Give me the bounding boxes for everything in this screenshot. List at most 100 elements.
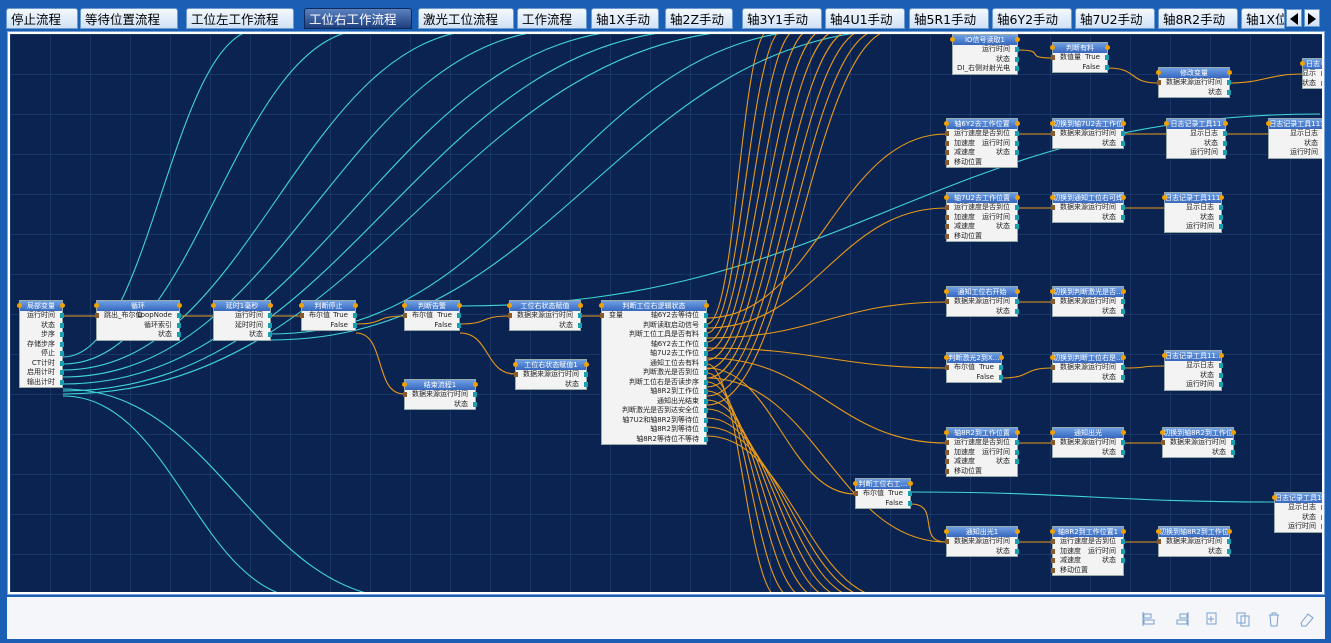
input-pin[interactable] [1157,539,1161,544]
output-pin[interactable] [704,398,708,404]
exec-out-pin[interactable] [1321,495,1322,500]
exec-out-pin[interactable] [1121,195,1126,200]
input-pin[interactable] [1051,440,1055,445]
exec-in-pin[interactable] [944,289,949,294]
output-pin[interactable] [1121,539,1125,544]
exec-out-pin[interactable] [60,303,65,308]
input-pin[interactable] [945,140,949,146]
exec-in-pin[interactable] [513,362,518,367]
output-pin[interactable] [473,392,477,397]
output-pin[interactable] [1219,214,1223,220]
exec-in-pin[interactable] [950,37,955,42]
tab-14[interactable]: 轴8R2手动 [1158,8,1238,29]
tab-12[interactable]: 轴6Y2手动 [992,8,1072,29]
input-pin[interactable] [1051,567,1055,573]
exec-out-pin[interactable] [177,303,182,308]
node-local-vars[interactable]: 局部变量 运行时间 状态 步序 存储步序 停止 CT计时 启用计时 输出计时 [17,300,65,388]
node-station-status[interactable]: 工位右状态赋值 数据来源 运行时间 状态 [507,300,583,331]
exec-in-pin[interactable] [944,430,949,435]
exec-in-pin[interactable] [1272,495,1277,500]
input-pin[interactable] [514,372,518,377]
tab-5[interactable]: 激光工位流程 [418,8,514,29]
clear-button[interactable] [1299,611,1315,627]
input-pin[interactable] [945,131,949,136]
output-pin[interactable] [1219,372,1223,378]
input-pin[interactable] [945,539,949,544]
node-log-right[interactable]: 日志记录工具11…显示日志状态运行时间 [1272,492,1322,533]
output-pin[interactable] [1121,374,1125,380]
output-pin[interactable] [1015,449,1019,455]
node-io-read[interactable]: IO信号读取1 运行时间 状态 DI_右侧对射光电 [950,34,1020,75]
exec-in-pin[interactable] [1162,195,1167,200]
output-pin[interactable] [1223,131,1227,136]
output-pin[interactable] [1121,140,1125,146]
input-pin[interactable] [945,205,949,210]
output-pin[interactable] [60,322,64,328]
exec-out-pin[interactable] [584,362,589,367]
output-pin[interactable] [60,370,64,375]
trash-button[interactable] [1266,611,1282,627]
node-axis6y2-work[interactable]: 轴6Y2去工作位置 运行速度 是否到位 加速度 运行时间 减速度 状态 移动位置 [944,118,1020,168]
output-pin[interactable] [1015,47,1019,52]
node-switch-laser[interactable]: 切换到判断激光是否… 数据来源 运行时间 状态 [1050,286,1126,317]
node-axis8r2-work1[interactable]: 轴8R2到工作位置1 运行速度 是否到位 加速度 运行时间 减速度 状态 移动位置 [1050,526,1126,576]
exec-in-pin[interactable] [944,529,949,534]
output-pin[interactable] [999,374,1003,380]
exec-out-pin[interactable] [1231,430,1236,435]
output-pin[interactable] [60,379,64,385]
input-pin[interactable] [1051,205,1055,210]
output-pin[interactable] [1015,299,1019,304]
input-pin[interactable] [1051,558,1055,563]
output-pin[interactable] [908,500,912,506]
tab-9[interactable]: 轴3Y1手动 [742,8,822,29]
tab-7[interactable]: 轴1X手动 [591,8,659,29]
output-pin[interactable] [1231,449,1235,455]
output-pin[interactable] [1015,539,1019,544]
output-pin[interactable] [584,381,588,387]
output-pin[interactable] [1015,56,1019,62]
output-pin[interactable] [1321,80,1322,86]
output-pin[interactable] [908,491,912,496]
output-pin[interactable] [704,408,708,413]
exec-in-pin[interactable] [507,303,512,308]
tab-2[interactable]: 等待位置流程 [80,8,178,29]
output-pin[interactable] [704,341,708,347]
exec-out-pin[interactable] [1121,355,1126,360]
exec-in-pin[interactable] [1160,430,1165,435]
output-pin[interactable] [1015,205,1019,210]
exec-out-pin[interactable] [1015,289,1020,294]
tab-1[interactable]: 停止流程 [6,8,78,29]
tab-scroll-left-button[interactable] [1286,9,1302,27]
node-axis8r2-work[interactable]: 轴8R2到工作位置 运行速度 是否到位 加速度 运行时间 减速度 状态 移动位置 [944,427,1020,477]
copy-button[interactable] [1235,611,1251,627]
exec-out-pin[interactable] [353,303,358,308]
output-pin[interactable] [177,332,181,337]
exec-out-pin[interactable] [578,303,583,308]
node-log1111[interactable]: 日志记录工具1111 显示日志 状态 运行时间 [1162,192,1224,233]
output-pin[interactable] [1015,548,1019,554]
output-pin[interactable] [1015,459,1019,464]
exec-in-pin[interactable] [211,303,216,308]
exec-in-pin[interactable] [402,303,407,308]
output-pin[interactable] [704,313,708,318]
node-axis7u2-work[interactable]: 轴7U2去工作位置 运行速度 是否到位 加速度 运行时间 减速度 状态 移动位置 [944,192,1020,242]
output-pin[interactable] [457,313,461,318]
exec-out-pin[interactable] [268,303,273,308]
output-pin[interactable] [704,351,708,356]
node-judge-station[interactable]: 判断工位右工… 布尔值 True False [853,478,913,509]
exec-out-pin[interactable] [1219,195,1224,200]
output-pin[interactable] [268,313,272,318]
exec-out-pin[interactable] [1015,37,1020,42]
output-pin[interactable] [1227,548,1231,554]
node-switch-8r2-1[interactable]: 切换到轴8R2到工作位1 数据来源 运行时间 状态 [1156,526,1232,557]
output-pin[interactable] [1227,89,1231,95]
node-switch-station[interactable]: 切换到判断工位右是… 数据来源 运行时间 状态 [1050,352,1126,383]
output-pin[interactable] [1219,224,1223,229]
input-pin[interactable] [1051,365,1055,370]
input-pin[interactable] [854,491,858,496]
input-pin[interactable] [945,159,949,165]
output-pin[interactable] [60,313,64,318]
output-pin[interactable] [1223,140,1227,146]
tab-4[interactable]: 工位右工作流程 [304,8,412,29]
tab-10[interactable]: 轴4U1手动 [825,8,905,29]
